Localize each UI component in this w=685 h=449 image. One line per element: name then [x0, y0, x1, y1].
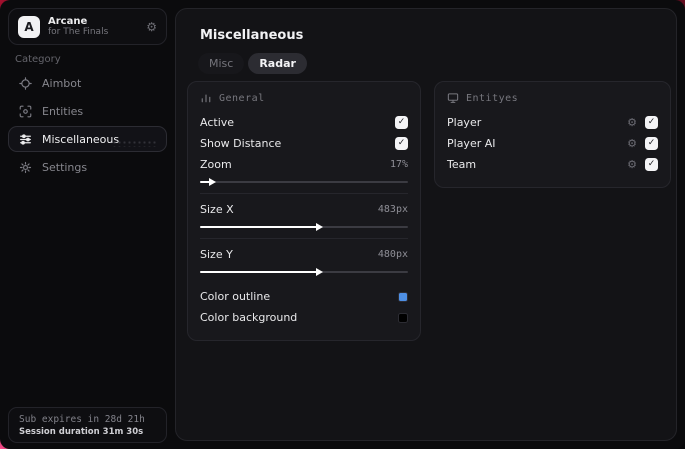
player-ai-checkbox[interactable]: ✓: [645, 137, 658, 150]
scan-icon: [19, 105, 32, 117]
app-name: Arcane: [48, 15, 88, 27]
entity-row-player-ai: Player AI ⚙ ✓: [447, 133, 658, 154]
crosshair-icon: [19, 76, 32, 90]
sidebar-item-miscellaneous[interactable]: Miscellaneous: [8, 126, 167, 152]
tab-bar: Misc Radar: [198, 53, 307, 74]
avatar: A: [18, 15, 40, 38]
slider-thumb[interactable]: [315, 268, 323, 276]
entity-row-player: Player ⚙ ✓: [447, 112, 658, 133]
active-checkbox[interactable]: ✓: [395, 116, 408, 129]
team-checkbox[interactable]: ✓: [645, 158, 658, 171]
sidebar-item-label: Aimbot: [42, 76, 82, 90]
divider: [200, 238, 408, 239]
session-duration-text: Session duration 31m 30s: [19, 426, 144, 437]
setting-row-color-background: Color background: [200, 307, 408, 328]
entities-panel: Entityes Player ⚙ ✓ Player AI ⚙ ✓ Team ⚙…: [434, 81, 671, 188]
entities-panel-title: Entityes: [466, 92, 519, 104]
team-settings-gear-icon[interactable]: ⚙: [627, 159, 637, 170]
zoom-slider[interactable]: [200, 176, 408, 188]
entity-row-team: Team ⚙ ✓: [447, 154, 658, 175]
setting-row-size-y: Size Y 480px: [200, 248, 408, 261]
slider-thumb[interactable]: [209, 178, 217, 186]
setting-row-color-outline: Color outline: [200, 286, 408, 307]
size-x-slider[interactable]: [200, 221, 408, 233]
setting-row-zoom: Zoom 17%: [200, 158, 408, 171]
gear-icon: [19, 161, 32, 173]
app-window: A Arcane for The Finals ⚙ Category Aimbo…: [0, 0, 685, 449]
sub-expiry-text: Sub expires in 28d 21h: [19, 413, 145, 425]
sidebar-item-label: Settings: [42, 160, 88, 174]
sidebar-nav: Aimbot Entities Miscellaneous Settings: [8, 70, 167, 180]
general-panel-title: General: [219, 92, 265, 104]
profile-gear-icon[interactable]: ⚙: [146, 20, 157, 34]
size-y-value: 480px: [377, 249, 408, 260]
monitor-icon: [447, 93, 459, 103]
sidebar-item-label: Miscellaneous: [42, 132, 120, 146]
color-outline-swatch[interactable]: [398, 291, 408, 302]
player-ai-settings-gear-icon[interactable]: ⚙: [627, 138, 637, 149]
bars-icon: [201, 94, 211, 103]
divider: [200, 193, 408, 194]
player-checkbox[interactable]: ✓: [645, 116, 658, 129]
sliders-icon: [20, 133, 31, 145]
size-y-slider[interactable]: [200, 266, 408, 278]
sidebar-item-aimbot[interactable]: Aimbot: [8, 70, 167, 96]
sidebar-item-settings[interactable]: Settings: [8, 154, 167, 180]
app-subtitle: for The Finals: [48, 27, 109, 38]
slider-thumb[interactable]: [315, 223, 323, 231]
setting-row-show-distance: Show Distance ✓: [200, 133, 408, 154]
tab-misc[interactable]: Misc: [198, 53, 245, 74]
category-label: Category: [15, 54, 61, 65]
player-settings-gear-icon[interactable]: ⚙: [627, 117, 637, 128]
tab-radar[interactable]: Radar: [248, 53, 307, 74]
show-distance-checkbox[interactable]: ✓: [395, 137, 408, 150]
zoom-value: 17%: [389, 159, 408, 170]
subscription-card: Sub expires in 28d 21h Session duration …: [8, 407, 167, 443]
color-background-swatch[interactable]: [398, 312, 408, 323]
sidebar-item-entities[interactable]: Entities: [8, 98, 167, 124]
page-title: Miscellaneous: [200, 28, 304, 43]
setting-row-active: Active ✓: [200, 112, 408, 133]
sidebar-item-label: Entities: [42, 104, 84, 118]
size-x-value: 483px: [377, 204, 408, 215]
profile-card[interactable]: A Arcane for The Finals ⚙: [8, 8, 167, 45]
general-panel: General Active ✓ Show Distance ✓ Zoom 17…: [187, 81, 421, 341]
main-panel: Miscellaneous Misc Radar General Active …: [175, 8, 677, 441]
setting-row-size-x: Size X 483px: [200, 203, 408, 216]
sidebar: A Arcane for The Finals ⚙ Category Aimbo…: [0, 0, 175, 449]
